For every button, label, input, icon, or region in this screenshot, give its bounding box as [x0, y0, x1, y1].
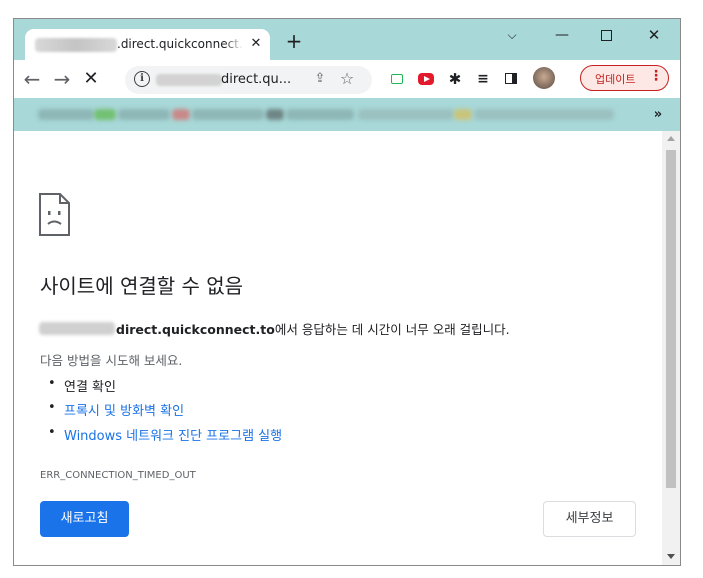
bookmark-item[interactable]: [286, 109, 354, 120]
side-panel-icon[interactable]: [504, 71, 520, 87]
bookmark-item[interactable]: [38, 109, 94, 120]
bookmark-item[interactable]: [94, 109, 116, 120]
browser-window: .direct.quickconnect.to ✕ + ⌵ — ✕ ← → ✕ …: [13, 18, 681, 566]
bookmarks-overflow-button[interactable]: »: [648, 105, 668, 125]
vertical-scrollbar[interactable]: [662, 131, 680, 565]
suggestion-check-proxy-link[interactable]: 프록시 및 방화벽 확인: [48, 400, 184, 419]
scroll-up-arrow-icon[interactable]: [667, 136, 675, 141]
reload-button[interactable]: 새로고침: [40, 501, 129, 537]
extensions-puzzle-icon[interactable]: ✱: [447, 71, 463, 87]
tab-title: .direct.quickconnect.to: [117, 37, 243, 51]
share-icon[interactable]: ⇪: [311, 70, 329, 88]
menu-kebab-icon[interactable]: ⋮: [649, 68, 663, 84]
error-page: 사이트에 연결할 수 없음 direct.quickconnect.to에서 응…: [14, 131, 662, 565]
address-bar-url: direct.qu...: [221, 72, 292, 87]
maximize-icon: [600, 29, 612, 41]
bookmark-item[interactable]: [358, 109, 454, 120]
scroll-down-arrow-icon[interactable]: [667, 554, 675, 559]
bookmark-item[interactable]: [474, 109, 614, 120]
error-code: ERR_CONNECTION_TIMED_OUT: [40, 470, 196, 481]
try-label: 다음 방법을 시도해 보세요.: [40, 353, 183, 368]
maximize-button[interactable]: [586, 23, 626, 47]
site-info-icon[interactable]: i: [134, 71, 150, 87]
reading-list-icon[interactable]: ≡: [475, 71, 491, 87]
error-host: direct.quickconnect.to: [116, 322, 275, 337]
url-redacted: [156, 74, 222, 86]
address-bar[interactable]: i direct.qu... ⇪ ☆: [125, 66, 372, 94]
tab-active[interactable]: .direct.quickconnect.to ✕: [25, 29, 270, 60]
host-redacted: [39, 322, 115, 335]
suggestion-check-connection: 연결 확인: [48, 376, 116, 395]
forward-button[interactable]: →: [49, 66, 75, 92]
update-label: 업데이트: [595, 73, 636, 86]
stop-loading-button[interactable]: ✕: [78, 66, 104, 92]
youtube-extension-icon[interactable]: [418, 71, 434, 87]
bookmark-item[interactable]: [454, 109, 472, 120]
new-tab-button[interactable]: +: [282, 29, 306, 53]
details-button[interactable]: 세부정보: [543, 501, 636, 537]
suggestion-run-diagnostics-link[interactable]: Windows 네트워크 진단 프로그램 실행: [48, 425, 282, 444]
minimize-button[interactable]: —: [542, 23, 582, 47]
update-button[interactable]: 업데이트 ⋮: [580, 65, 669, 91]
bookmark-item[interactable]: [118, 109, 170, 120]
tab-search-chevron-down-icon[interactable]: ⌵: [492, 23, 532, 47]
green-extension-icon[interactable]: [389, 71, 405, 87]
profile-avatar[interactable]: [533, 67, 555, 89]
back-button[interactable]: ←: [19, 66, 45, 92]
close-window-button[interactable]: ✕: [634, 23, 674, 47]
bookmark-item[interactable]: [266, 109, 284, 120]
bookmarks-bar: »: [14, 98, 680, 131]
bookmark-item[interactable]: [192, 109, 264, 120]
tab-close-icon[interactable]: ✕: [247, 35, 265, 53]
scrollbar-thumb[interactable]: [666, 150, 676, 488]
tab-strip: .direct.quickconnect.to ✕ + ⌵ — ✕: [14, 19, 680, 60]
error-description: direct.quickconnect.to에서 응답하는 데 시간이 너무 오…: [116, 319, 510, 338]
bookmark-star-icon[interactable]: ☆: [337, 69, 357, 89]
tab-title-redacted: [35, 38, 117, 52]
error-headline: 사이트에 연결할 수 없음: [40, 274, 244, 298]
sad-page-icon: [39, 193, 70, 236]
error-description-text: 에서 응답하는 데 시간이 너무 오래 걸립니다.: [274, 322, 510, 337]
bookmark-item[interactable]: [172, 109, 190, 120]
toolbar: ← → ✕ i direct.qu... ⇪ ☆ ✱ ≡ 업데이트 ⋮: [14, 60, 680, 98]
